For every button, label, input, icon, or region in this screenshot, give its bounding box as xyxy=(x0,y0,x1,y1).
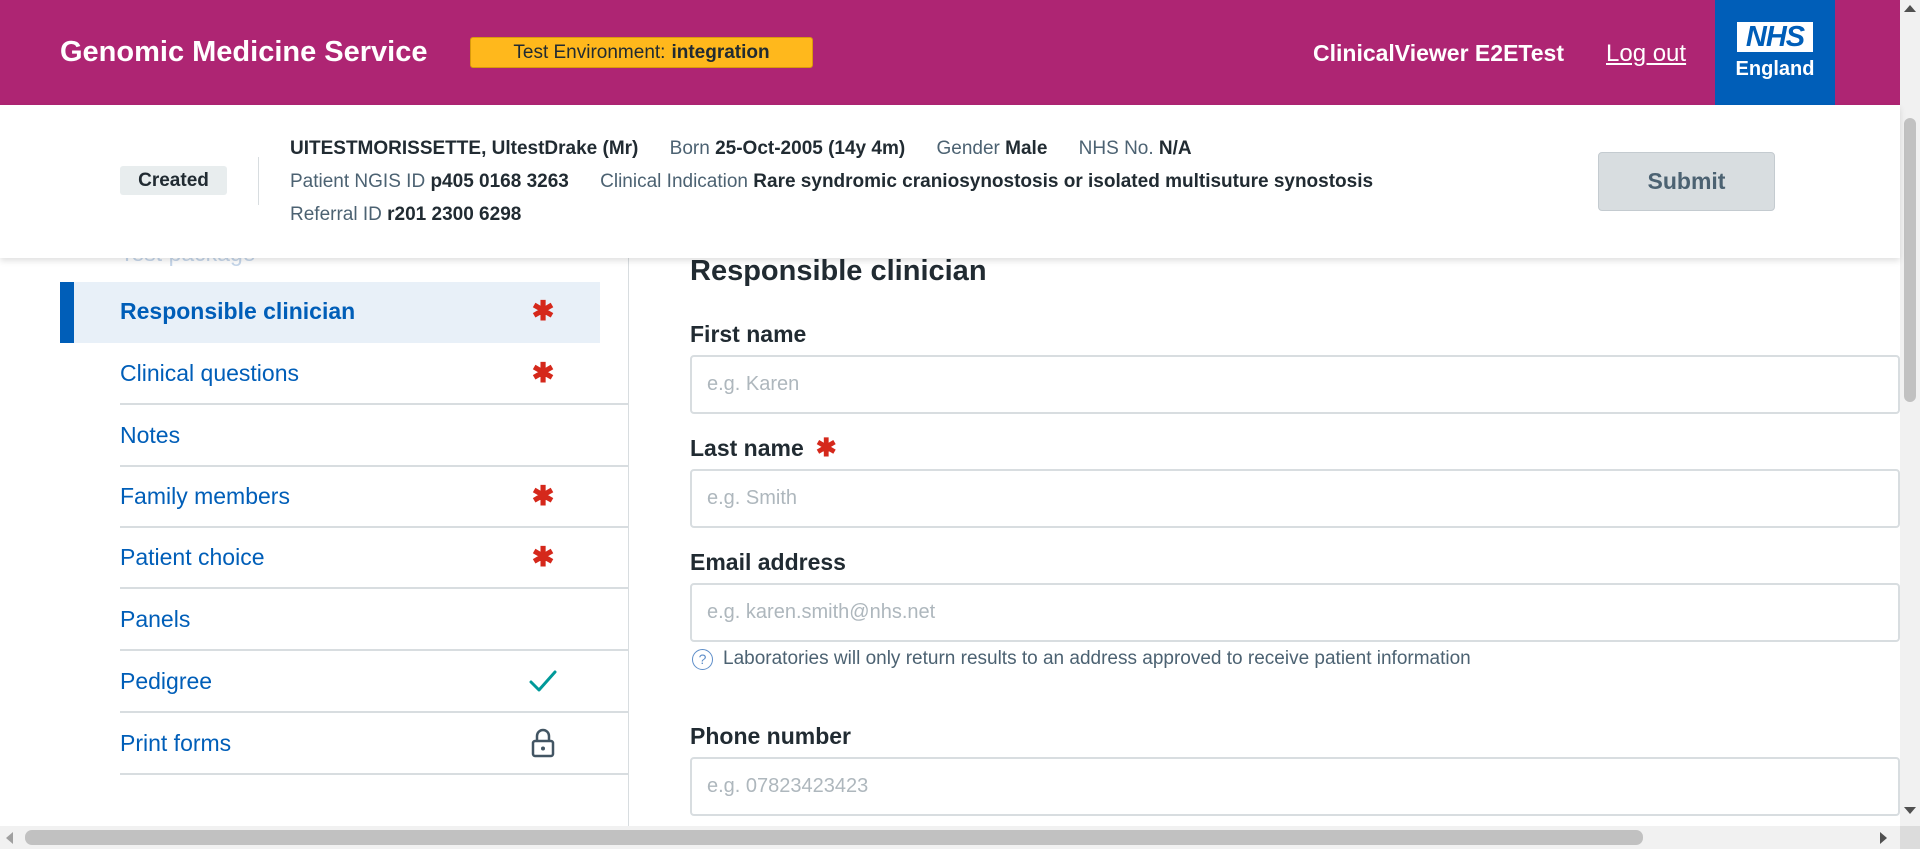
nav-divider xyxy=(120,773,629,775)
site-header: Genomic Medicine Service Test Environmen… xyxy=(0,0,1900,105)
first-name-label: First name xyxy=(690,321,807,347)
required-icon: ✱ xyxy=(815,434,837,462)
nav-item-label: Panels xyxy=(120,606,191,632)
nhs-england-logo: NHS England xyxy=(1715,0,1835,105)
clinical-indication-label: Clinical Indication xyxy=(600,171,748,192)
nav-item-patient-choice[interactable]: Patient choice ✱ xyxy=(60,528,629,589)
nhs-region-label: England xyxy=(1735,58,1815,80)
nhs-number-value: N/A xyxy=(1158,138,1192,159)
horizontal-scrollbar[interactable] xyxy=(0,826,1900,849)
nav-divider xyxy=(120,587,629,589)
required-icon: ✱ xyxy=(531,357,555,388)
nhs-logo-icon: NHS xyxy=(1737,22,1813,52)
content-divider xyxy=(628,258,629,828)
nav-item-label: Family members xyxy=(120,483,290,509)
gender-value: Male xyxy=(1005,138,1048,159)
email-hint: ? Laboratories will only return results … xyxy=(692,648,1471,670)
nav-item-clinical-questions[interactable]: Clinical questions ✱ xyxy=(60,344,629,405)
first-name-field[interactable] xyxy=(690,355,1900,414)
born-value: 25-Oct-2005 (14y 4m) xyxy=(715,138,906,159)
nav-item-print-forms[interactable]: Print forms xyxy=(60,714,629,775)
nav-divider xyxy=(120,649,629,651)
vertical-scrollbar[interactable] xyxy=(1900,0,1920,826)
nav-item-label: Print forms xyxy=(120,730,232,756)
nav-item-label: Responsible clinician xyxy=(120,298,356,324)
patient-details-row: UITESTMORISSETTE, UltestDrake (Mr) Born … xyxy=(290,138,1192,160)
horizontal-scroll-thumb[interactable] xyxy=(25,830,1643,845)
ngis-id-value: p405 0168 3263 xyxy=(430,171,569,192)
logout-link[interactable]: Log out xyxy=(1606,40,1686,68)
email-field[interactable] xyxy=(690,583,1900,642)
required-icon: ✱ xyxy=(531,295,555,326)
referral-row: Referral ID r201 2300 6298 xyxy=(290,204,521,226)
vertical-scroll-thumb[interactable] xyxy=(1904,118,1916,402)
phone-label: Phone number xyxy=(690,723,852,749)
nav-divider xyxy=(120,403,629,405)
required-icon: ✱ xyxy=(531,541,555,572)
nav-divider xyxy=(120,711,629,713)
submit-button[interactable]: Submit xyxy=(1598,152,1775,211)
patient-ids-row: Patient NGIS ID p405 0168 3263 Clinical … xyxy=(290,171,1373,193)
nhs-number-label: NHS No. xyxy=(1078,138,1154,159)
environment-badge: Test Environment: integration xyxy=(470,37,813,68)
nav-item-label: Pedigree xyxy=(120,668,213,694)
last-name-label: Last name ✱ xyxy=(690,434,837,462)
patient-name: UITESTMORISSETTE, UltestDrake (Mr) xyxy=(290,138,639,159)
last-name-field[interactable] xyxy=(690,469,1900,528)
scroll-left-icon[interactable] xyxy=(6,832,13,844)
scroll-down-icon[interactable] xyxy=(1904,807,1916,814)
nav-item-responsible-clinician[interactable]: Responsible clinician ✱ xyxy=(60,282,600,343)
gender-label: Gender xyxy=(936,138,1000,159)
nav-item-label: Clinical questions xyxy=(120,360,299,386)
active-indicator xyxy=(60,282,74,343)
phone-field[interactable] xyxy=(690,757,1900,816)
email-label: Email address xyxy=(690,549,846,575)
referral-status-badge: Created xyxy=(120,166,227,195)
scroll-up-icon[interactable] xyxy=(1904,5,1916,12)
nav-item-notes[interactable]: Notes xyxy=(60,406,629,467)
email-hint-text: Laboratories will only return results to… xyxy=(723,648,1471,669)
form-title: Responsible clinician xyxy=(690,255,987,287)
lock-icon xyxy=(528,728,558,758)
scrollbar-corner xyxy=(1900,826,1920,849)
nav-item-label: Patient choice xyxy=(120,544,265,570)
ngis-id-label: Patient NGIS ID xyxy=(290,171,426,192)
nav-item-pedigree[interactable]: Pedigree xyxy=(60,652,629,713)
scroll-right-icon[interactable] xyxy=(1880,832,1887,844)
nav-item-panels[interactable]: Panels xyxy=(60,590,629,651)
nav-item-label: Notes xyxy=(120,422,181,448)
clinical-indication-value: Rare syndromic craniosynostosis or isola… xyxy=(753,171,1374,192)
environment-value: integration xyxy=(671,41,770,63)
referral-id-label: Referral ID xyxy=(290,204,382,225)
environment-label: Test Environment: xyxy=(513,41,666,63)
born-label: Born xyxy=(669,138,710,159)
service-name[interactable]: Genomic Medicine Service xyxy=(60,36,427,69)
required-icon: ✱ xyxy=(531,480,555,511)
check-icon xyxy=(528,666,558,696)
nav-item-family-members[interactable]: Family members ✱ xyxy=(60,467,629,528)
banner-divider xyxy=(258,157,259,205)
user-name: ClinicalViewer E2ETest xyxy=(1313,40,1564,66)
referral-id-value: r201 2300 6298 xyxy=(387,204,522,225)
question-circle-icon: ? xyxy=(692,648,713,670)
patient-banner: Created UITESTMORISSETTE, UltestDrake (M… xyxy=(0,105,1900,258)
